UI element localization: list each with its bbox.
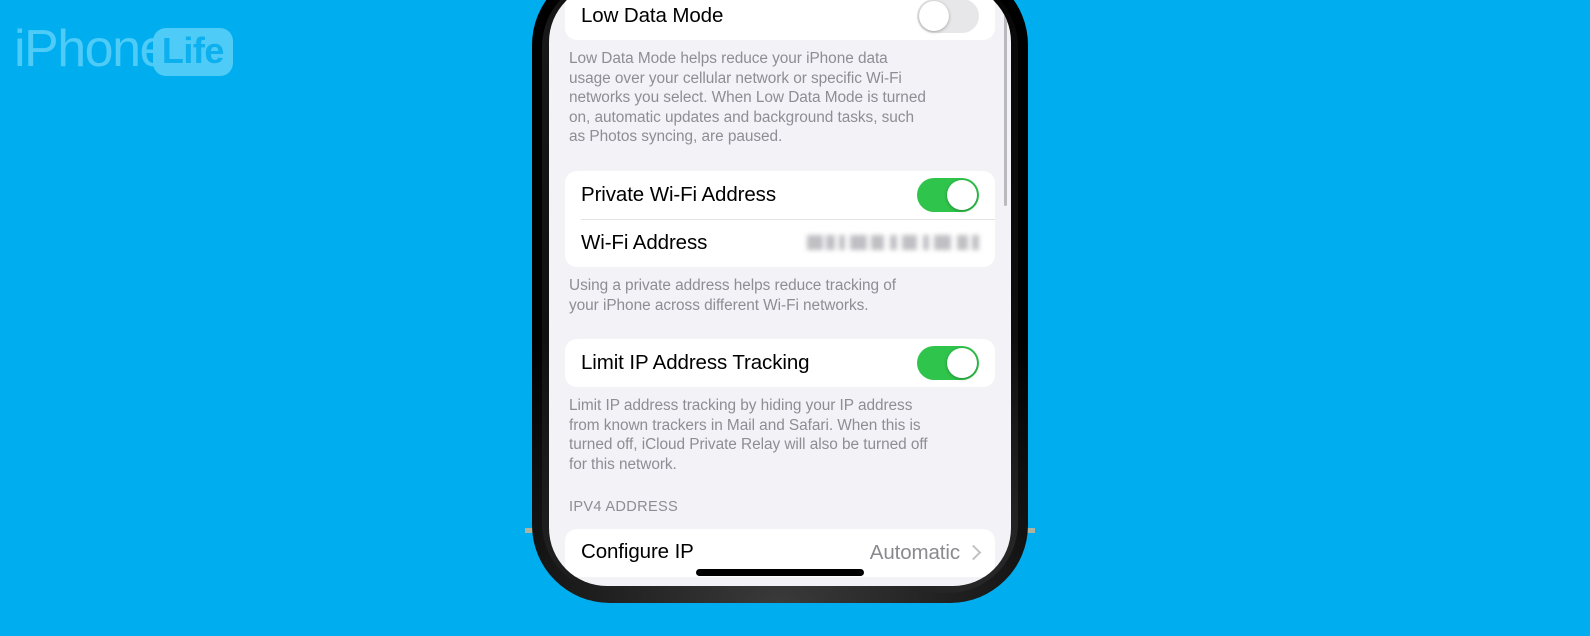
footnote-low-data-mode: Low Data Mode helps reduce your iPhone d…: [569, 50, 926, 146]
section-private-wifi-address: Private Wi-Fi Address Wi-Fi Address: [565, 170, 995, 267]
toggle-knob: [919, 1, 949, 31]
section-limit-ip-address-tracking: Limit IP Address Tracking: [565, 339, 995, 388]
row-private-wifi-address[interactable]: Private Wi-Fi Address: [565, 171, 995, 219]
home-indicator[interactable]: [696, 569, 864, 576]
vertical-scrollbar[interactable]: [1003, 0, 1007, 206]
row-value-configure-ip: Automatic: [869, 540, 982, 565]
wifi-address-redacted-value: [807, 232, 979, 254]
wifi-settings-scroll-area[interactable]: Low Data Mode Low Data Mode helps reduce…: [549, 0, 1011, 586]
row-label-private-wifi-address: Private Wi-Fi Address: [581, 182, 776, 206]
row-label-configure-ip: Configure IP: [581, 540, 694, 564]
toggle-private-wifi-address[interactable]: [917, 177, 979, 212]
row-label-low-data-mode: Low Data Mode: [581, 3, 724, 27]
toggle-knob: [947, 348, 977, 379]
row-wifi-address: Wi-Fi Address: [565, 218, 995, 267]
logo-wordmark: iPhone: [14, 20, 168, 78]
toggle-limit-ip-address-tracking[interactable]: [917, 346, 979, 381]
row-label-limit-ip-address-tracking: Limit IP Address Tracking: [581, 350, 810, 374]
row-limit-ip-address-tracking[interactable]: Limit IP Address Tracking: [565, 339, 995, 387]
configure-ip-selected-value: Automatic: [869, 540, 960, 564]
section-low-data-mode: Low Data Mode: [565, 0, 995, 40]
logo-life-badge-text: Life: [161, 30, 225, 71]
row-label-wifi-address: Wi-Fi Address: [581, 230, 708, 254]
section-header-ipv4-address: IPV4 ADDRESS: [569, 498, 679, 515]
row-low-data-mode[interactable]: Low Data Mode: [565, 0, 995, 40]
iphone-device: Low Data Mode Low Data Mode helps reduce…: [525, 0, 1035, 610]
logo-life-badge: Life: [152, 28, 233, 76]
footnote-limit-ip-address-tracking: Limit IP address tracking by hiding your…: [569, 397, 928, 473]
chevron-right-icon: [965, 544, 982, 561]
device-screen: Low Data Mode Low Data Mode helps reduce…: [549, 0, 1011, 586]
toggle-knob: [947, 179, 977, 210]
toggle-low-data-mode[interactable]: [917, 0, 979, 33]
iphone-life-logo: iPhone Life: [14, 18, 233, 80]
footnote-private-wifi-address: Using a private address helps reduce tra…: [569, 276, 896, 314]
